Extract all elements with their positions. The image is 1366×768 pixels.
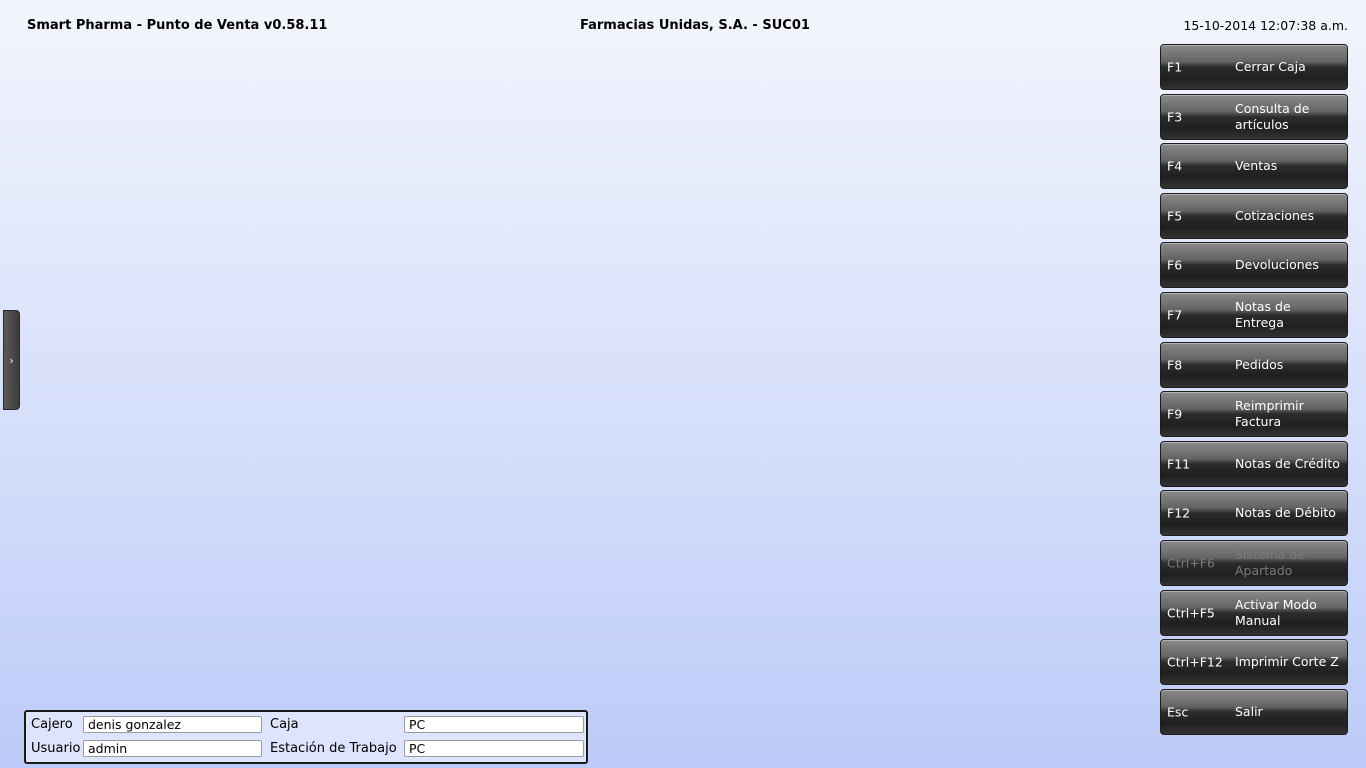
shortcut-key-label: F6 <box>1167 257 1183 273</box>
side-panel-toggle[interactable]: › <box>3 310 20 410</box>
shortcut-key-label: F8 <box>1167 357 1183 373</box>
caja-label: Caja <box>270 717 299 732</box>
menu-button-label: Consulta de artículos <box>1235 100 1310 132</box>
salir-button[interactable]: Esc Salir <box>1160 688 1348 735</box>
function-menu: F1 Cerrar Caja F3 Consulta de artículos F4 Ve… <box>1160 44 1348 738</box>
app-title: Smart Pharma - Punto de Venta v0.58.11 <box>27 18 328 33</box>
notas-de-entrega-button[interactable]: F7 Notas de Entrega <box>1160 291 1348 338</box>
menu-button-label: Imprimir Corte Z <box>1235 654 1339 670</box>
menu-button-label: Devoluciones <box>1235 257 1319 273</box>
imprimir-corte-z-button[interactable]: Ctrl+F12 Imprimir Corte Z <box>1160 639 1348 686</box>
cajero-field[interactable]: denis gonzalez <box>83 716 262 733</box>
shortcut-key-label: F11 <box>1167 456 1191 472</box>
menu-button-label: Cotizaciones <box>1235 207 1315 223</box>
usuario-label: Usuario <box>31 741 81 756</box>
cajero-label: Cajero <box>31 717 73 732</box>
menu-button-label: Salir <box>1235 703 1263 719</box>
pedidos-button[interactable]: F8 Pedidos <box>1160 341 1348 388</box>
consulta-de-articulos-button[interactable]: F3 Consulta de artículos <box>1160 93 1348 140</box>
notas-de-debito-button[interactable]: F12 Notas de Débito <box>1160 490 1348 537</box>
datetime-label: 15-10-2014 12:07:38 a.m. <box>1183 18 1348 33</box>
shortcut-key-label: Ctrl+F12 <box>1167 654 1223 670</box>
menu-button-label: Notas de Débito <box>1235 505 1336 521</box>
shortcut-key-label: F12 <box>1167 505 1191 521</box>
menu-button-label: Notas de Entrega <box>1235 298 1291 330</box>
activar-modo-manual-button[interactable]: Ctrl+F5 Activar Modo Manual <box>1160 589 1348 636</box>
reimprimir-factura-button[interactable]: F9 Reimprimir Factura <box>1160 391 1348 438</box>
menu-button-label: Sistema de Apartado <box>1235 546 1305 578</box>
chevron-right-icon: › <box>9 353 14 367</box>
shortcut-key-label: F9 <box>1167 406 1183 422</box>
shortcut-key-label: F7 <box>1167 307 1183 323</box>
shortcut-key-label: F4 <box>1167 158 1183 174</box>
shortcut-key-label: F3 <box>1167 109 1183 125</box>
devoluciones-button[interactable]: F6 Devoluciones <box>1160 242 1348 289</box>
caja-field[interactable]: PC <box>404 716 584 733</box>
ventas-button[interactable]: F4 Ventas <box>1160 143 1348 190</box>
menu-button-label: Ventas <box>1235 158 1278 174</box>
menu-button-label: Reimprimir Factura <box>1235 398 1304 430</box>
sistema-de-apartado-button: Ctrl+F6 Sistema de Apartado <box>1160 539 1348 586</box>
shortcut-key-label: F1 <box>1167 59 1183 75</box>
menu-button-label: Activar Modo Manual <box>1235 596 1317 628</box>
notas-de-credito-button[interactable]: F11 Notas de Crédito <box>1160 440 1348 487</box>
shortcut-key-label: Esc <box>1167 704 1189 720</box>
estacion-field[interactable]: PC <box>404 740 584 757</box>
cerrar-caja-button[interactable]: F1 Cerrar Caja <box>1160 44 1348 90</box>
menu-button-label: Pedidos <box>1235 356 1284 372</box>
cotizaciones-button[interactable]: F5 Cotizaciones <box>1160 192 1348 239</box>
menu-button-label: Cerrar Caja <box>1235 59 1306 74</box>
company-branch-label: Farmacias Unidas, S.A. - SUC01 <box>580 18 810 33</box>
shortcut-key-label: Ctrl+F6 <box>1167 555 1215 571</box>
menu-button-label: Notas de Crédito <box>1235 455 1340 471</box>
shortcut-key-label: Ctrl+F5 <box>1167 605 1215 621</box>
session-info-panel: Cajero denis gonzalez Caja PC Usuario ad… <box>24 710 588 764</box>
usuario-field[interactable]: admin <box>83 740 262 757</box>
shortcut-key-label: F5 <box>1167 208 1183 224</box>
estacion-label: Estación de Trabajo <box>270 741 397 756</box>
